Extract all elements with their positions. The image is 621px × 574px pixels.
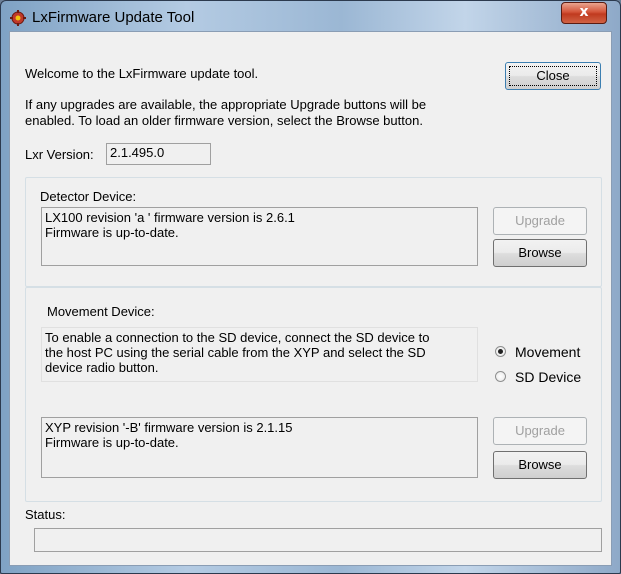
detector-status-box: LX100 revision 'a ' firmware version is … xyxy=(41,207,478,266)
status-field xyxy=(34,528,602,552)
status-label: Status: xyxy=(25,507,66,522)
window-title: LxFirmware Update Tool xyxy=(32,9,195,26)
detector-upgrade-button[interactable]: Upgrade xyxy=(493,207,587,235)
lxr-version-field: 2.1.495.0 xyxy=(106,143,211,165)
dialog-body: Welcome to the LxFirmware update tool. C… xyxy=(9,31,612,566)
info-text-line1: If any upgrades are available, the appro… xyxy=(25,97,427,112)
movement-hint-box: To enable a connection to the SD device,… xyxy=(41,327,478,382)
window-close-button[interactable]: x xyxy=(561,2,607,24)
close-icon: x xyxy=(579,4,589,20)
info-text-line2: enabled. To load an older firmware versi… xyxy=(25,113,423,128)
radio-sd-device-label: SD Device xyxy=(515,369,582,385)
title-bar[interactable]: LxFirmware Update Tool x xyxy=(1,1,620,35)
movement-status-line1: XYP revision '-B' firmware version is 2.… xyxy=(45,420,293,435)
radio-movement-label: Movement xyxy=(515,344,581,360)
firmware-chip-icon xyxy=(10,10,26,26)
radio-movement-button[interactable] xyxy=(495,346,506,357)
focus-rectangle xyxy=(509,66,597,86)
welcome-text: Welcome to the LxFirmware update tool. xyxy=(25,66,259,81)
movement-hint-line3: device radio button. xyxy=(45,360,159,375)
movement-status-box: XYP revision '-B' firmware version is 2.… xyxy=(41,417,478,478)
radio-sd-device-button[interactable] xyxy=(495,371,506,382)
detector-status-line2: Firmware is up-to-date. xyxy=(45,225,179,240)
movement-status-line2: Firmware is up-to-date. xyxy=(45,435,179,450)
movement-browse-button[interactable]: Browse xyxy=(493,451,587,479)
app-window: LxFirmware Update Tool x Welcome to the … xyxy=(0,0,621,574)
detector-browse-button[interactable]: Browse xyxy=(493,239,587,267)
movement-upgrade-button[interactable]: Upgrade xyxy=(493,417,587,445)
movement-hint-line2: the host PC using the serial cable from … xyxy=(45,345,426,360)
close-button[interactable]: Close xyxy=(505,62,601,90)
detector-status-line1: LX100 revision 'a ' firmware version is … xyxy=(45,210,295,225)
movement-device-label: Movement Device: xyxy=(47,304,155,319)
movement-hint-line1: To enable a connection to the SD device,… xyxy=(45,330,430,345)
lxr-version-label: Lxr Version: xyxy=(25,147,94,162)
detector-device-label: Detector Device: xyxy=(40,189,137,204)
